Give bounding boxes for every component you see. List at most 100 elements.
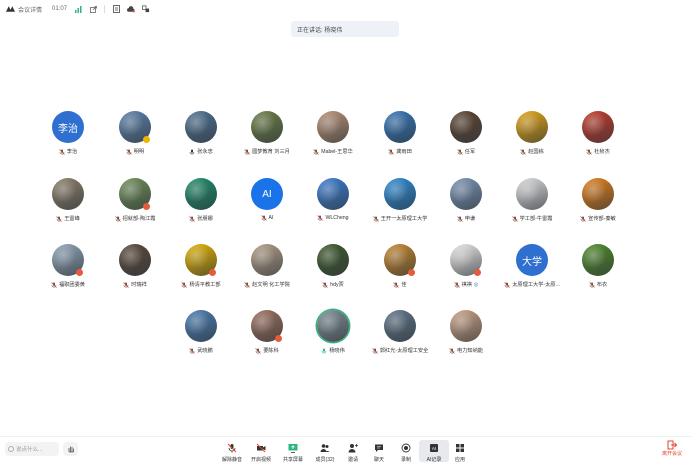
participant-tile[interactable]: 王雷峰: [33, 178, 103, 228]
participant-tile[interactable]: 赵国栋: [497, 111, 567, 161]
participant-name: WLCheng: [298, 215, 368, 221]
participant-name: 杨清平教工部: [166, 281, 236, 288]
mute-button[interactable]: 解除静音: [217, 440, 247, 463]
share-button[interactable]: 共享屏幕: [278, 440, 308, 463]
participant-name: 电力知纳能: [431, 347, 501, 354]
participant-tile[interactable]: 宣传部-秦敏: [563, 178, 633, 228]
participant-name: 任军: [431, 148, 501, 155]
participant-tile[interactable]: 祺祺 ◎: [431, 244, 501, 294]
raise-hand-button[interactable]: [63, 442, 78, 456]
mic-muted-icon: [457, 215, 463, 222]
participant-name: 布衣: [563, 281, 633, 288]
exit-icon: [667, 440, 677, 450]
participant-tile[interactable]: 郭红光-太原理工安全: [365, 310, 435, 360]
participant-name-text: 招就部-陶江霞: [122, 216, 156, 222]
status-badge-icon: [209, 269, 216, 276]
status-badge-icon: [474, 269, 481, 276]
participant-name-text: Mabel-王思华: [321, 149, 353, 155]
participant-tile[interactable]: Mabel-王思华: [298, 111, 368, 161]
participant-tile[interactable]: 福职团委黄: [33, 244, 103, 294]
avatar: [384, 310, 416, 342]
chat-icon: [374, 443, 384, 455]
record-button[interactable]: 录制: [391, 440, 421, 463]
avatar: [516, 178, 548, 210]
avatar: [317, 310, 349, 342]
chat-button[interactable]: 聊天: [364, 440, 394, 463]
mic-muted-icon: [126, 148, 132, 155]
mic-muted-icon: [114, 215, 121, 222]
participant-name-text: 时瑞祥: [131, 282, 147, 288]
participant-tile[interactable]: 杜桢杰: [563, 111, 633, 161]
leave-meeting-label: 离开会议: [661, 451, 682, 457]
participant-name: 杨晓伟: [298, 347, 368, 354]
participant-name-text: 学工部-牛雷霞: [519, 216, 553, 222]
participant-tile[interactable]: 佳: [365, 244, 435, 294]
participant-tile[interactable]: 学工部-牛雷霞: [497, 178, 567, 228]
participant-name: AI: [232, 215, 302, 221]
participant-name: 太原理工大学-太原...: [497, 281, 567, 288]
chat-bubble-icon: [8, 446, 14, 452]
ai-icon: AI: [429, 443, 439, 455]
avatar: AI: [251, 178, 283, 210]
share-icon: [288, 443, 298, 455]
participant-tile[interactable]: 招就部-陶江霞: [100, 178, 170, 228]
participant-name-text: 郭红光-太原理工安全: [379, 348, 429, 354]
participant-tile[interactable]: AI AI: [232, 178, 302, 228]
avatar: [317, 111, 349, 143]
participant-name-text: 电力知纳能: [457, 348, 483, 354]
participant-tile[interactable]: 李治 李治: [33, 111, 103, 161]
participant-tile[interactable]: 王开一太原理工大学: [365, 178, 435, 228]
status-badge-icon: [275, 335, 282, 342]
participant-tile[interactable]: 杨晓伟: [298, 310, 368, 360]
participant-name-text: 福职团委黄: [59, 282, 85, 288]
avatar: [450, 310, 482, 342]
participant-tile[interactable]: 时瑞祥: [100, 244, 170, 294]
avatar: [384, 111, 416, 143]
participant-tile[interactable]: 布衣: [563, 244, 633, 294]
mic-muted-icon: [322, 281, 329, 288]
participant-name-text: 祺祺: [461, 282, 472, 288]
mic-muted-icon: [313, 148, 320, 155]
members-button[interactable]: 成员(32): [310, 440, 340, 463]
participant-tile[interactable]: 圆梦教育 刘三月: [232, 111, 302, 161]
apps-button[interactable]: 应用: [445, 440, 475, 463]
participant-tile[interactable]: 张永忠: [166, 111, 236, 161]
leave-meeting-button[interactable]: 离开会议: [657, 440, 687, 462]
avatar: [582, 111, 614, 143]
participant-tile[interactable]: 电力知纳能: [431, 310, 501, 360]
mic-muted-icon: [244, 281, 250, 288]
participant-name: 明明: [100, 148, 170, 155]
participant-tile[interactable]: 张朋娜: [166, 178, 236, 228]
chat-input[interactable]: 说点什么...: [5, 442, 59, 456]
participant-tag-icon: ◎: [473, 281, 479, 288]
mic-muted-icon: [255, 347, 261, 354]
participant-tile[interactable]: hdy贾: [298, 244, 368, 294]
video-button[interactable]: 开启视频: [246, 440, 276, 463]
ai-label: AI记录: [426, 457, 442, 463]
participant-tile[interactable]: 赵文明 化工学院: [232, 244, 302, 294]
mic-muted-icon: [457, 148, 463, 155]
participant-tile[interactable]: 任军: [431, 111, 501, 161]
participant-tile[interactable]: 要陈科: [232, 310, 302, 360]
mic-muted-icon: [181, 281, 188, 288]
participant-tile[interactable]: 申谦: [431, 178, 501, 228]
mic-muted-icon: [511, 215, 518, 222]
avatar: [251, 111, 283, 143]
avatar: [317, 178, 349, 210]
participant-name: 佳: [365, 281, 435, 288]
participant-tile[interactable]: 武晓鹏: [166, 310, 236, 360]
avatar: [52, 178, 84, 210]
mic-speaking-icon: [321, 348, 327, 354]
mic-muted-icon: [589, 281, 595, 288]
participant-tile[interactable]: 杨清平教工部: [166, 244, 236, 294]
avatar-text: AI: [262, 188, 272, 200]
participant-name-text: 张朋娜: [197, 216, 213, 222]
avatar: [384, 178, 416, 210]
participant-tile[interactable]: 大学 太原理工大学-太原...: [497, 244, 567, 294]
participant-name: 张朋娜: [166, 215, 236, 222]
participant-tile[interactable]: WLCheng: [298, 178, 368, 228]
participant-tile[interactable]: 龚雨田: [365, 111, 435, 161]
participant-tile[interactable]: 明明: [100, 111, 170, 161]
participant-name-text: 杜桢杰: [594, 149, 610, 155]
participant-name-text: 宣传部-秦敏: [588, 216, 616, 222]
